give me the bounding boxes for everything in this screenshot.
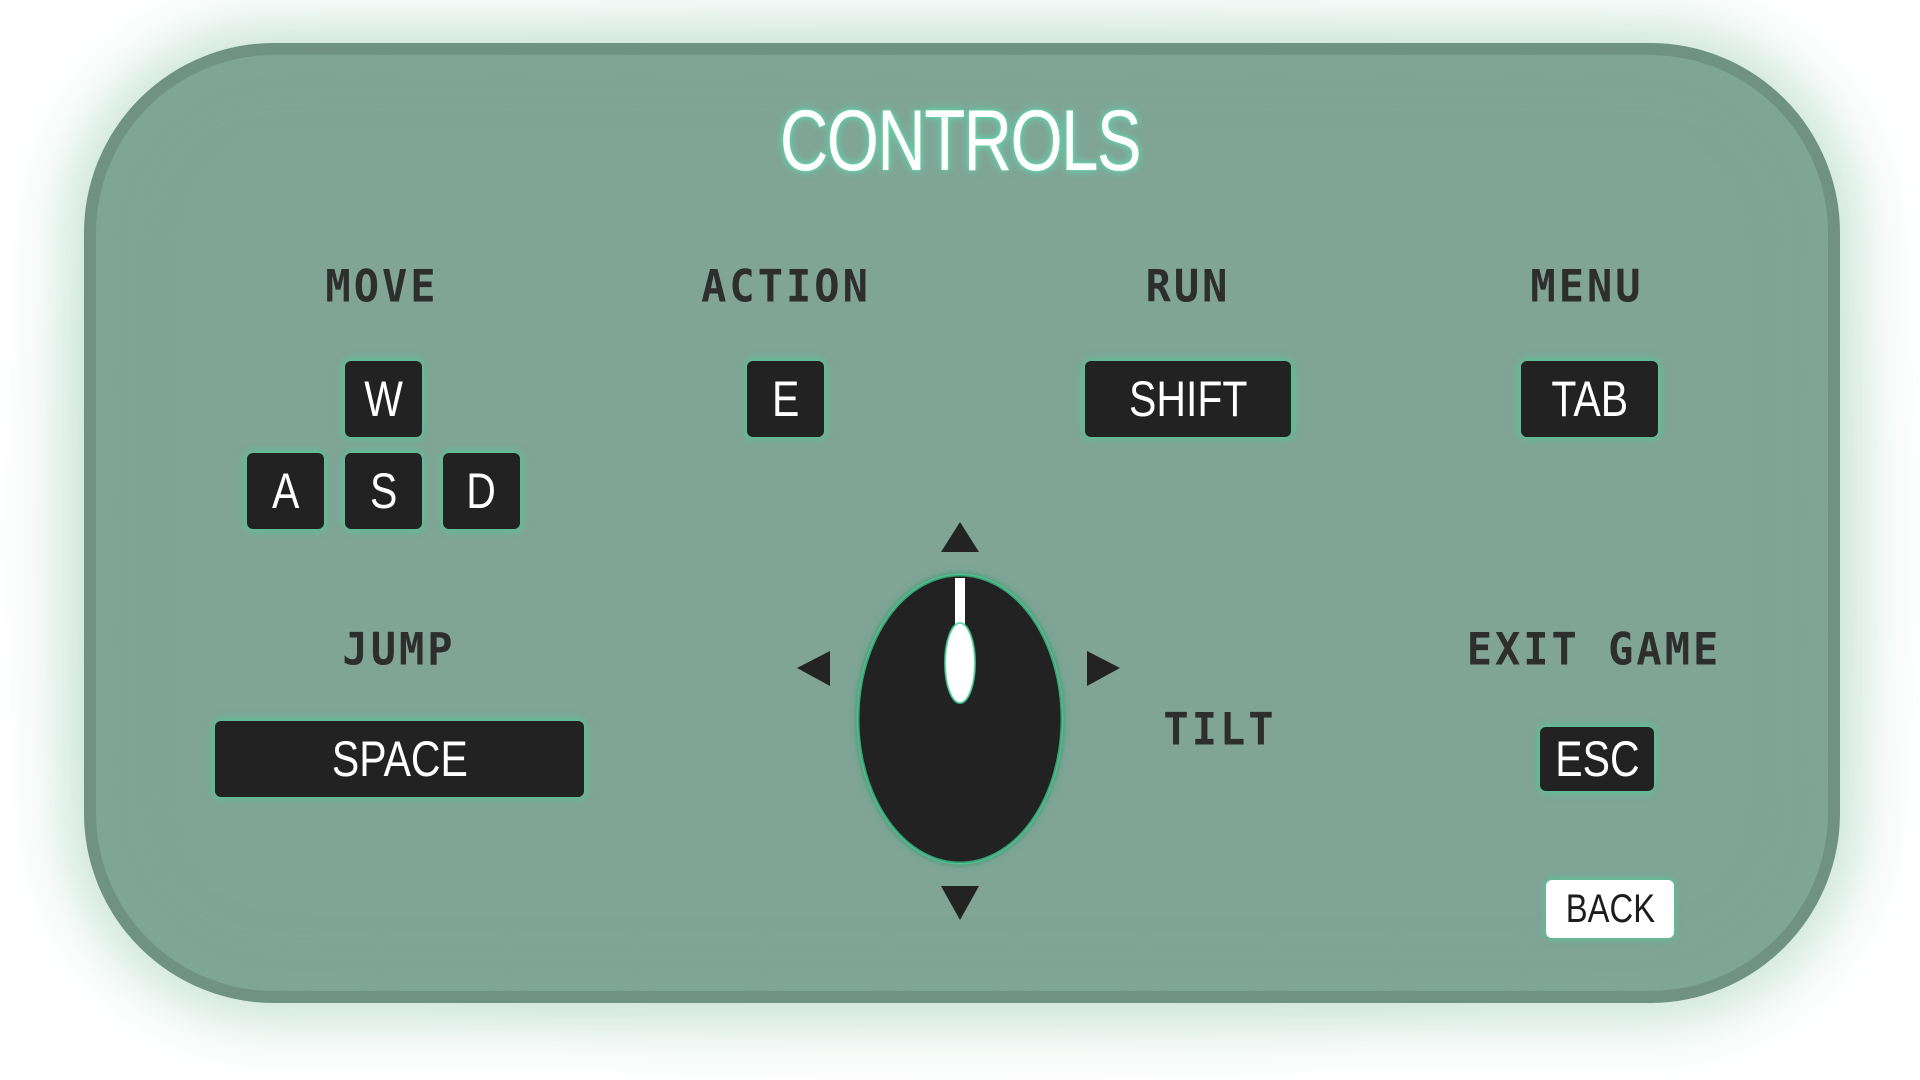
key-a-label: A [271, 463, 300, 519]
back-button[interactable]: BACK [1546, 880, 1674, 938]
key-shift: SHIFT [1085, 361, 1291, 437]
key-space-label: SPACE [331, 731, 468, 787]
key-tab-label: TAB [1551, 371, 1628, 427]
key-d: D [443, 453, 520, 529]
key-shift-label: SHIFT [1128, 371, 1248, 427]
key-s-label: S [369, 463, 398, 519]
key-e-label: E [771, 371, 800, 427]
action-label: ACTION [701, 260, 871, 313]
exit-game-label: EXIT GAME [1466, 623, 1722, 676]
key-esc-label: ESC [1554, 731, 1640, 787]
key-w-label: W [364, 371, 403, 427]
key-space: SPACE [215, 721, 584, 797]
key-a: A [247, 453, 324, 529]
move-label: MOVE [325, 260, 439, 313]
arrow-down-icon [941, 886, 979, 920]
key-e: E [747, 361, 824, 437]
mouse-wheel [944, 622, 976, 704]
key-d-label: D [466, 463, 497, 519]
arrow-up-icon [941, 522, 979, 552]
controls-screen: CONTROLS MOVE W A S D ACTION E RUN SHIFT… [0, 0, 1920, 1080]
back-button-label: BACK [1565, 886, 1655, 931]
arrow-left-icon [797, 651, 830, 686]
arrow-right-icon [1087, 651, 1120, 686]
key-w: W [345, 361, 422, 437]
key-tab: TAB [1521, 361, 1658, 437]
page-title: CONTROLS [779, 93, 1142, 189]
key-esc: ESC [1540, 727, 1654, 791]
menu-label: MENU [1530, 260, 1644, 313]
key-s: S [345, 453, 422, 529]
tilt-label: TILT [1163, 703, 1277, 756]
run-label: RUN [1145, 260, 1231, 313]
jump-label: JUMP [342, 623, 456, 676]
